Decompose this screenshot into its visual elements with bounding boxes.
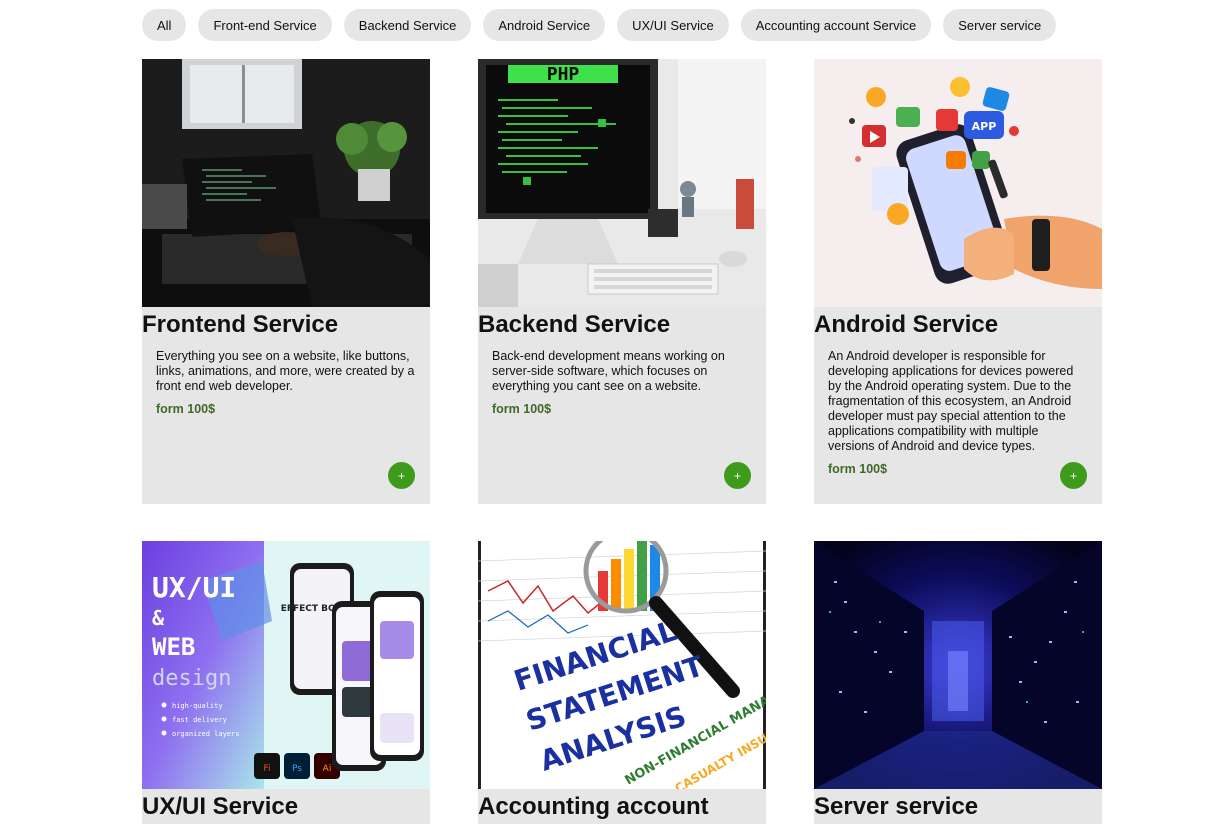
card-title: Backend Service [478, 311, 671, 338]
tool-icon-1: Fi [263, 764, 270, 774]
backend-image: PHP [478, 59, 766, 307]
add-button[interactable]: + [388, 462, 415, 489]
card-title: UX/UI Service [142, 793, 299, 820]
uxui-line4: design [152, 666, 231, 691]
android-image: APP [814, 59, 1102, 307]
service-card-backend[interactable]: PHP Backend Service Back-end development [478, 59, 766, 504]
tool-icon-2: Ps [292, 764, 302, 774]
uxui-line3: WEB [152, 633, 195, 661]
filter-frontend[interactable]: Front-end Service [198, 9, 332, 41]
card-price: form 100$ [828, 462, 888, 476]
card-title: Accounting account [478, 793, 709, 820]
card-description: An Android developer is responsible for … [828, 349, 1074, 453]
card-price: form 100$ [156, 402, 216, 416]
filter-accounting[interactable]: Accounting account Service [740, 9, 932, 41]
card-price: form 100$ [492, 402, 552, 416]
card-title: Server service [814, 793, 979, 820]
filter-backend[interactable]: Backend Service [343, 9, 472, 41]
service-card-server[interactable]: Server service [814, 541, 1102, 824]
card-title: Android Service [814, 311, 999, 338]
uxui-line1: UX/UI [152, 571, 236, 604]
server-image [814, 541, 1102, 789]
filter-android[interactable]: Android Service [483, 9, 606, 41]
add-button[interactable]: + [1060, 462, 1087, 489]
service-card-uxui[interactable]: UX/UI & WEB design high-quality fast del… [142, 541, 430, 824]
uxui-bullet-1: high-quality [172, 702, 223, 710]
uxui-line2: & [152, 606, 165, 630]
accounting-image: FINANCIAL STATEMENT ANALYSIS NON-FINANCI… [478, 541, 766, 789]
service-card-android[interactable]: APP Android Service An Android developer… [814, 59, 1102, 504]
php-text: PHP [547, 64, 580, 85]
app-text: APP [972, 120, 997, 133]
uxui-bullet-3: organized layers [172, 730, 239, 738]
filter-uxui[interactable]: UX/UI Service [617, 9, 729, 41]
card-description: Back-end development means working on se… [492, 349, 725, 393]
filter-all[interactable]: All [142, 9, 187, 41]
filter-bar: All Front-end Service Backend Service An… [142, 9, 1057, 41]
tool-icon-3: Ai [323, 764, 332, 774]
service-card-frontend[interactable]: Frontend Service Everything you see on a… [142, 59, 430, 504]
card-title: Frontend Service [142, 311, 339, 338]
filter-server[interactable]: Server service [943, 9, 1057, 41]
uxui-image: UX/UI & WEB design high-quality fast del… [142, 541, 430, 789]
card-description: Everything you see on a website, like bu… [156, 349, 415, 393]
service-card-accounting[interactable]: FINANCIAL STATEMENT ANALYSIS NON-FINANCI… [478, 541, 766, 824]
uxui-bullet-2: fast delivery [172, 716, 227, 724]
add-button[interactable]: + [724, 462, 751, 489]
frontend-image [142, 59, 430, 307]
